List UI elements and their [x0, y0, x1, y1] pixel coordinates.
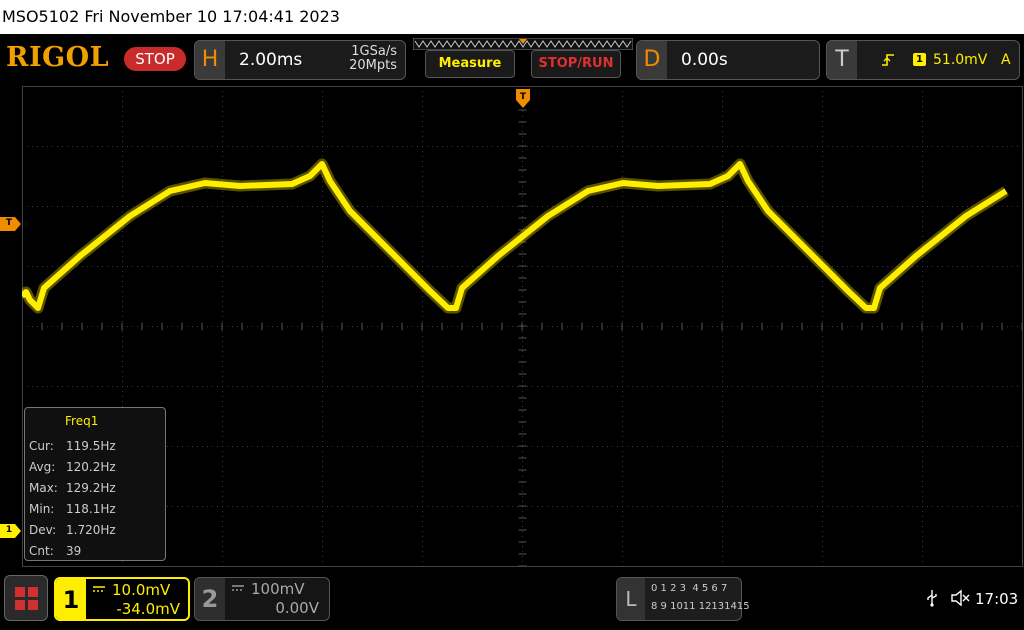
measurement-title: Freq1 — [65, 414, 99, 428]
brand-logo: RIGOL — [6, 42, 110, 73]
bottom-bar: 1 10.0mV -34.0mV 2 100mV 0.00V L 0 1 2 3… — [0, 567, 1024, 630]
stat-label: Dev: — [29, 523, 57, 537]
menu-icon — [15, 587, 38, 610]
clock: 17:03 — [975, 590, 1019, 608]
trigger-level-label: T — [5, 218, 13, 228]
toolbar: RIGOL STOP H 2.00ms 1GSa/s 20Mpts Measur… — [0, 34, 1024, 86]
graticule — [22, 86, 1024, 567]
stat-value: 120.2Hz — [66, 460, 116, 474]
timebase-value: 2.00ms — [239, 50, 303, 70]
ch1-number: 1 — [56, 579, 86, 619]
stat-value: 129.2Hz — [66, 481, 116, 495]
usb-icon — [927, 590, 937, 607]
memory-depth: 20Mpts — [349, 58, 397, 73]
ch1-offset: -34.0mV — [116, 600, 180, 618]
waveform-position-strip — [413, 38, 633, 50]
stat-label: Min: — [29, 502, 55, 516]
ch1-scale: 10.0mV — [112, 581, 171, 599]
ch1-ground-label: 1 — [5, 525, 13, 535]
logic-panel[interactable]: L 0 1 2 3 4 5 6 7 8 9 1011 12131415 — [616, 577, 750, 621]
stat-value: 119.5Hz — [66, 439, 116, 453]
title-bar: MSO5102 Fri November 10 17:04:41 2023 — [0, 0, 1024, 34]
measurement-panel[interactable]: Freq1 Cur: 119.5Hz Avg: 120.2Hz Max: 129… — [24, 407, 166, 561]
menu-button[interactable] — [4, 575, 48, 621]
logic-channels-high: 8 9 1011 12131415 — [651, 601, 750, 612]
horizontal-letter: H — [195, 41, 225, 79]
ch2-offset: 0.00V — [275, 599, 319, 617]
trigger-mode: A — [1001, 52, 1011, 68]
measure-button[interactable]: Measure — [425, 50, 515, 78]
stat-label: Max: — [29, 481, 58, 495]
dc-coupling-icon — [232, 585, 244, 591]
logic-letter: L — [617, 578, 645, 620]
ch1-panel[interactable]: 1 10.0mV -34.0mV — [54, 577, 190, 621]
stat-value: 39 — [66, 544, 82, 558]
stat-label: Cur: — [29, 439, 54, 453]
stat-label: Avg: — [29, 460, 56, 474]
ch2-scale: 100mV — [251, 580, 305, 598]
horizontal-panel[interactable]: H 2.00ms 1GSa/s 20Mpts — [194, 40, 406, 80]
logic-channels-low: 0 1 2 3 4 5 6 7 — [651, 583, 728, 594]
stat-value: 1.720Hz — [66, 523, 116, 537]
sample-rate: 1GSa/s — [351, 44, 397, 59]
stop-run-button[interactable]: STOP/RUN — [531, 50, 621, 78]
ch2-panel[interactable]: 2 100mV 0.00V — [194, 577, 330, 621]
speaker-muted-icon[interactable] — [950, 589, 970, 607]
waveform-display[interactable] — [22, 86, 1024, 567]
delay-value: 0.00s — [681, 50, 728, 70]
ch2-number: 2 — [195, 578, 225, 620]
delay-letter: D — [637, 41, 667, 79]
dc-coupling-icon — [93, 586, 105, 592]
trigger-source-badge: 1 — [913, 53, 926, 66]
rising-edge-icon — [882, 54, 894, 66]
trigger-level: 51.0mV — [933, 52, 988, 68]
run-state-badge[interactable]: STOP — [124, 47, 186, 71]
trigger-letter: T — [827, 41, 857, 79]
delay-panel[interactable]: D 0.00s — [636, 40, 820, 80]
trigger-panel[interactable]: T 1 51.0mV A — [826, 40, 1020, 80]
stat-value: 118.1Hz — [66, 502, 116, 516]
stat-label: Cnt: — [29, 544, 54, 558]
trigger-position-label: T — [519, 92, 527, 102]
